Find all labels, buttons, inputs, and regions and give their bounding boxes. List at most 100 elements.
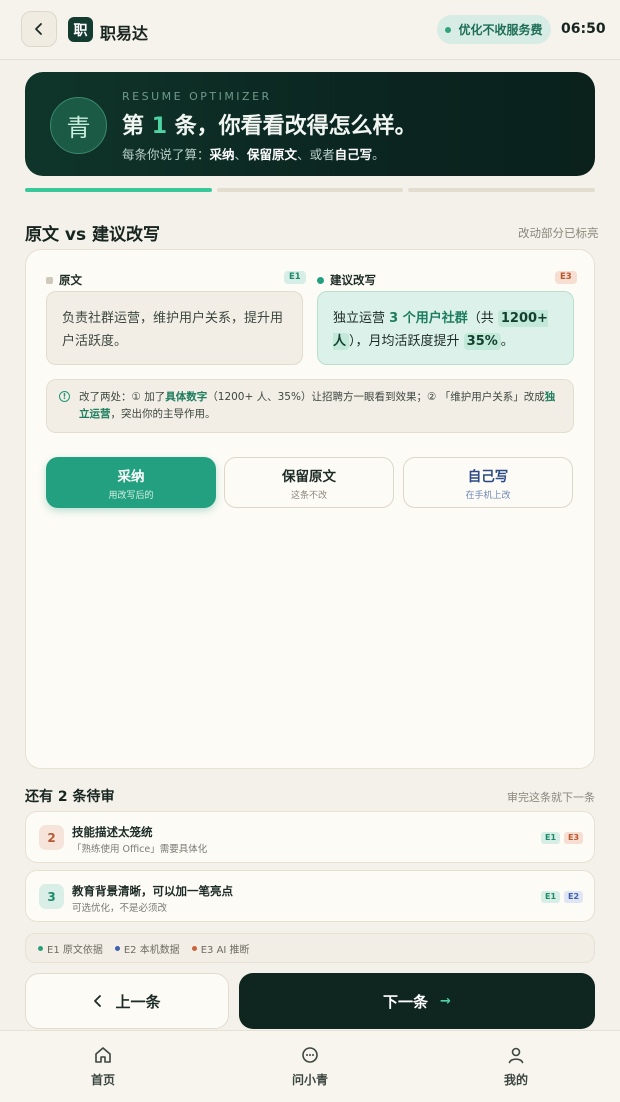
- original-header: 原文: [46, 272, 82, 288]
- previous-button[interactable]: 上一条: [25, 973, 229, 1029]
- hero-sub-prefix: 每条你说了算：: [122, 147, 210, 162]
- suggested-text: 独立运营 3 个用户社群（共 1200+ 人），月均活跃度提升 35%。: [317, 291, 574, 365]
- sugg-highlight-percent: 35%: [463, 333, 501, 350]
- sugg-part4: 。: [500, 334, 514, 349]
- hero-banner: 青 RESUME OPTIMIZER 第 1 条，你看看改得怎么样。 每条你说了…: [25, 72, 595, 176]
- keep-label: 保留原文: [282, 468, 336, 485]
- sugg-part3: ），月均活跃度提升: [349, 334, 464, 349]
- hero-sub-write: 自己写: [334, 147, 373, 162]
- arrow-right-icon: →: [440, 993, 451, 1009]
- accept-sub: 用改写后的: [108, 490, 154, 501]
- no-fee-label: 优化不收服务费: [458, 23, 543, 37]
- app-name: 职易达: [100, 24, 149, 43]
- sugg-part1: 独立运营: [333, 311, 390, 326]
- tab-profile[interactable]: 我的: [476, 1045, 556, 1088]
- tab-ask[interactable]: 问小青: [270, 1045, 350, 1088]
- pending-number: 2: [39, 825, 64, 850]
- chat-icon: [302, 1047, 318, 1063]
- change-note: 改了两处：① 加了具体数字（1200+ 人、35%）让招聘方一眼看到效果；② 「…: [46, 379, 574, 433]
- tab-label: 首页: [90, 1073, 115, 1087]
- legend-item-e1: E1 原文依据: [38, 941, 103, 956]
- accept-button[interactable]: 采纳 用改写后的: [46, 457, 216, 508]
- pending-item-sub: 「熟练使用 Office」需要具体化: [72, 844, 208, 855]
- previous-label: 上一条: [115, 992, 161, 1011]
- dot-icon: [191, 945, 197, 951]
- evidence-legend: E1 原文依据 E2 本机数据 E3 AI 推断: [25, 933, 595, 963]
- original-label: 原文: [59, 273, 82, 287]
- hero-title-number: 1: [151, 114, 167, 139]
- user-icon: [508, 1047, 524, 1064]
- sugg-part2: （共: [467, 311, 498, 326]
- hero-title-prefix: 第: [122, 114, 145, 139]
- progress-step-2: [217, 188, 403, 192]
- hero-sub-sep1: 、: [234, 147, 248, 162]
- write-sub: 在手机上改: [465, 490, 511, 501]
- tab-label: 我的: [503, 1073, 528, 1087]
- info-icon: !: [59, 391, 70, 402]
- compare-hint: 改动部分已标亮: [518, 226, 599, 240]
- legend-item-e2: E2 本机数据: [114, 941, 180, 956]
- suggested-marker-icon: [317, 276, 324, 284]
- dot-icon: [38, 945, 43, 951]
- tab-label: 问小青: [291, 1073, 328, 1087]
- original-evidence-tag: E1: [284, 271, 306, 284]
- pending-number: 3: [39, 884, 64, 909]
- pending-item[interactable]: 2 技能描述太笼统 「熟练使用 Office」需要具体化 E1 E3: [25, 811, 595, 863]
- suggested-evidence-tag: E3: [555, 271, 577, 284]
- hero-sub-accept: 采纳: [209, 147, 235, 162]
- top-bar: 职 职易达 优化不收服务费 06:50: [0, 0, 620, 60]
- home-icon: [95, 1047, 111, 1063]
- legend-item-e3: E3 AI 推断: [191, 941, 250, 956]
- assistant-avatar: 青: [50, 97, 107, 154]
- suggested-header: 建议改写: [317, 272, 376, 288]
- next-label: 下一条: [383, 992, 429, 1011]
- original-marker-icon: [46, 276, 53, 284]
- pending-title: 还有 2 条待审: [25, 789, 115, 805]
- pending-hint: 审完这条就下一条: [507, 791, 595, 804]
- note-part3: ，突出你的主导作用。: [110, 408, 216, 420]
- chevron-left-icon: [94, 995, 102, 1007]
- tab-home[interactable]: 首页: [63, 1045, 143, 1088]
- pending-tag: E1: [541, 832, 561, 844]
- legend-label: E2 本机数据: [123, 944, 180, 956]
- note-bold1: 具体数字: [165, 391, 208, 403]
- pending-item-sub: 可选优化，不是必须改: [72, 903, 168, 914]
- bottom-tab-bar: 首页 问小青 我的: [0, 1030, 620, 1102]
- legend-label: E3 AI 推断: [200, 944, 250, 956]
- original-text: 负责社群运营，维护用户关系，提升用户活跃度。: [46, 291, 303, 365]
- suggested-label: 建议改写: [330, 273, 376, 287]
- progress-step-1: [25, 188, 212, 192]
- write-label: 自己写: [467, 468, 509, 485]
- progress-step-3: [408, 188, 595, 192]
- hero-sub-end: 。: [372, 147, 385, 162]
- sugg-highlight-groups: 3 个用户社群: [389, 311, 468, 326]
- hero-subtitle: 每条你说了算：采纳、保留原文、或者自己写。: [122, 144, 385, 163]
- pending-item-title: 教育背景清晰，可以加一笔亮点: [72, 884, 233, 898]
- keep-original-button[interactable]: 保留原文 这条不改: [224, 457, 394, 508]
- status-dot-icon: [445, 26, 452, 33]
- keep-sub: 这条不改: [290, 490, 327, 501]
- hero-sub-sep2: 、或者: [297, 147, 335, 162]
- accept-label: 采纳: [117, 468, 145, 485]
- hero-title-suffix: 条，你看看改得怎么样。: [174, 114, 417, 139]
- hero-title: 第 1 条，你看看改得怎么样。: [122, 108, 417, 140]
- dot-icon: [114, 945, 120, 951]
- clock: 06:50: [561, 21, 606, 37]
- hero-sub-keep: 保留原文: [247, 147, 298, 162]
- pending-item[interactable]: 3 教育背景清晰，可以加一笔亮点 可选优化，不是必须改 E1 E2: [25, 870, 595, 922]
- write-own-button[interactable]: 自己写 在手机上改: [403, 457, 573, 508]
- compare-title: 原文 vs 建议改写: [25, 225, 161, 245]
- pending-item-title: 技能描述太笼统: [72, 825, 153, 839]
- legend-label: E1 原文依据: [47, 944, 103, 956]
- chevron-left-icon: [35, 23, 42, 35]
- hero-kicker: RESUME OPTIMIZER: [122, 90, 272, 103]
- note-part1: 改了两处：① 加了: [79, 391, 166, 403]
- no-fee-badge: 优化不收服务费: [437, 15, 551, 44]
- next-button[interactable]: 下一条 →: [239, 973, 595, 1029]
- pending-tag: E3: [564, 832, 584, 844]
- note-part2: （1200+ 人、35%）让招聘方一眼看到效果；② 「维护用户关系」改成: [207, 391, 545, 403]
- pending-tag: E2: [564, 891, 584, 903]
- pending-tag: E1: [541, 891, 561, 903]
- app-logo: 职: [68, 17, 93, 42]
- back-button[interactable]: [21, 11, 57, 47]
